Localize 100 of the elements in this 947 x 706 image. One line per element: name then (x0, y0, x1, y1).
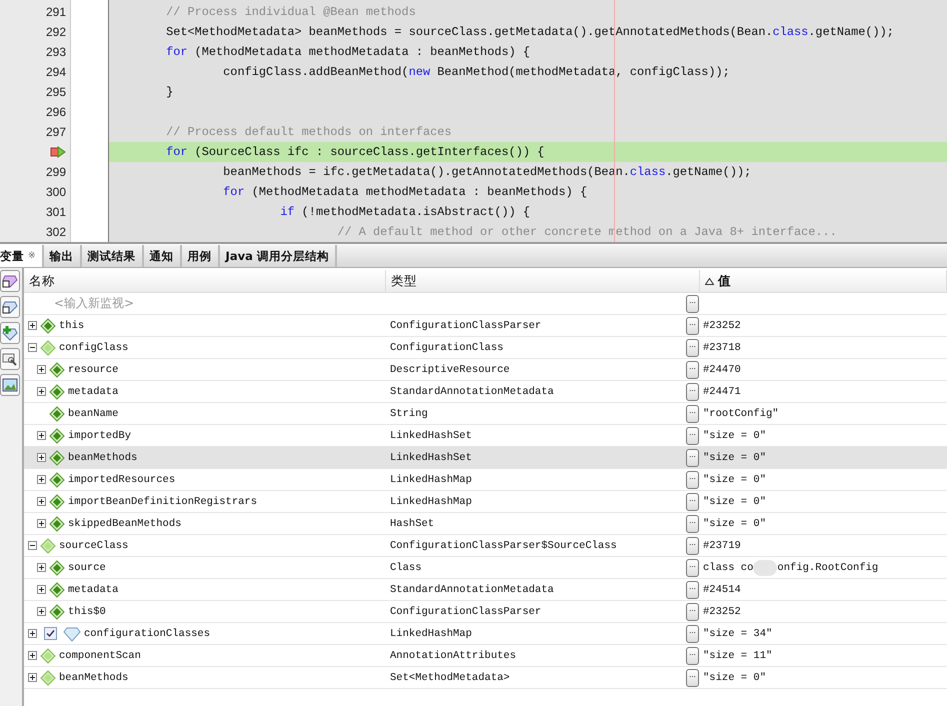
variable-name: skippedBeanMethods (68, 518, 182, 530)
variable-type: LinkedHashSet (390, 430, 472, 442)
variable-name: configClass (59, 342, 128, 354)
tree-row[interactable]: importBeanDefinitionRegistrars LinkedHashMap ... "size = 0" (24, 491, 947, 513)
variable-value: class co (703, 562, 754, 574)
panel-tab[interactable]: Java 调用分层结构 (220, 245, 337, 267)
tree-row[interactable]: sourceClass ConfigurationClassParser$SourceClass ... #23719 (24, 535, 947, 557)
collapse-icon[interactable] (28, 541, 37, 550)
variable-type: Set<MethodMetadata> (390, 672, 510, 684)
collapse-icon[interactable] (28, 343, 37, 352)
ellipsis-button[interactable]: ... (686, 470, 699, 488)
code-line: } (165, 84, 174, 101)
variable-type: ConfigurationClass (390, 342, 504, 354)
panel-tab[interactable]: 用例 (182, 245, 220, 267)
expand-icon[interactable] (28, 629, 37, 638)
line-number: 294 (46, 64, 66, 81)
variable-value: "rootConfig" (703, 408, 779, 420)
ellipsis-button[interactable]: ... (686, 492, 699, 510)
expand-icon[interactable] (37, 607, 46, 616)
tree-row[interactable]: beanMethods LinkedHashSet ... "size = 0" (24, 447, 947, 469)
code-line: for (MethodMetadata methodMetadata : beanMethods) { (222, 184, 588, 201)
watch-checkbox[interactable] (44, 627, 57, 640)
variable-name: beanMethods (59, 672, 128, 684)
variable-value: #24471 (703, 386, 741, 398)
expand-icon[interactable] (37, 365, 46, 374)
tree-row[interactable]: configurationClasses LinkedHashMap ... "size = 34" (24, 623, 947, 645)
expand-icon[interactable] (37, 453, 46, 462)
ellipsis-button[interactable]: ... (686, 426, 699, 444)
panel-tab[interactable]: 变量 ※ (0, 245, 44, 267)
ellipsis-button[interactable]: ... (686, 536, 699, 554)
ellipsis-button[interactable]: ... (686, 580, 699, 598)
expand-icon[interactable] (28, 321, 37, 330)
ellipsis-button[interactable]: ... (686, 558, 699, 576)
expand-icon[interactable] (37, 387, 46, 396)
ellipsis-button[interactable]: ... (686, 404, 699, 422)
column-header[interactable]: 值 (700, 270, 947, 292)
ellipsis-button[interactable]: ... (686, 646, 699, 664)
code-line: configClass.addBeanMethod(new BeanMethod(methodMetadata, configClass)); (222, 64, 731, 81)
panel-tab[interactable]: 测试结果 (82, 245, 144, 267)
gem-plus-icon[interactable] (0, 322, 20, 344)
tree-row[interactable]: resource DescriptiveResource ... #24470 (24, 359, 947, 381)
variable-name: componentScan (59, 650, 141, 662)
tree-row[interactable]: configClass ConfigurationClass ... #23718 (24, 337, 947, 359)
ellipsis-button[interactable]: ... (686, 294, 699, 312)
variable-name: sourceClass (59, 540, 128, 552)
panel-tab[interactable]: 通知 (144, 245, 182, 267)
picture-icon[interactable] (0, 374, 20, 396)
code-line: Set<MethodMetadata> beanMethods = sourceClass.getMetadata().getAnnotatedMethods(Bean.class.getName()); (165, 24, 895, 41)
ellipsis-button[interactable]: ... (686, 360, 699, 378)
line-number: 293 (46, 44, 66, 61)
field-diamond-icon (49, 406, 65, 422)
expand-icon[interactable] (37, 563, 46, 572)
ellipsis-button[interactable]: ... (686, 382, 699, 400)
expand-icon[interactable] (37, 497, 46, 506)
ellipsis-button[interactable]: ... (686, 448, 699, 466)
expand-icon[interactable] (37, 475, 46, 484)
variable-type: LinkedHashMap (390, 474, 472, 486)
tree-row[interactable]: metadata StandardAnnotationMetadata ... #24514 (24, 579, 947, 601)
field-diamond-icon (49, 494, 65, 510)
tree-row[interactable]: skippedBeanMethods HashSet ... "size = 0" (24, 513, 947, 535)
tree-row[interactable]: this$0 ConfigurationClassParser ... #23252 (24, 601, 947, 623)
tree-row[interactable]: beanMethods Set<MethodMetadata> ... "size = 0" (24, 667, 947, 689)
variable-diamond-icon (40, 340, 56, 356)
ellipsis-button[interactable]: ... (686, 316, 699, 334)
field-diamond-icon (40, 318, 56, 334)
panel-tab[interactable]: 输出 (44, 245, 82, 267)
tree-row[interactable]: this ConfigurationClassParser ... #23252 (24, 315, 947, 337)
close-icon[interactable]: ※ (28, 251, 36, 261)
variable-type: DescriptiveResource (390, 364, 510, 376)
code-line: for (MethodMetadata methodMetadata : beanMethods) { (165, 44, 532, 61)
variable-type: StandardAnnotationMetadata (390, 386, 554, 398)
code-line: // Process individual @Bean methods (165, 4, 417, 21)
variable-value: #24514 (703, 584, 741, 596)
ellipsis-button[interactable]: ... (686, 624, 699, 642)
expand-icon[interactable] (37, 431, 46, 440)
column-header[interactable]: 类型 (386, 270, 700, 292)
column-header[interactable]: 名称 (24, 270, 386, 292)
variable-name: metadata (68, 584, 118, 596)
header-label: 类型 (391, 272, 417, 290)
ellipsis-button[interactable]: ... (686, 338, 699, 356)
line-number: 301 (46, 204, 66, 221)
tree-row[interactable]: source Class ... class co onfig.RootConfig (24, 557, 947, 579)
expand-icon[interactable] (37, 519, 46, 528)
ellipsis-button[interactable]: ... (686, 514, 699, 532)
field-diamond-icon (49, 450, 65, 466)
variable-value: "size = 0" (703, 672, 766, 684)
gem-icon (63, 626, 81, 642)
variable-type: LinkedHashMap (390, 496, 472, 508)
tree-row[interactable]: componentScan AnnotationAttributes ... "size = 11" (24, 645, 947, 667)
tree-row[interactable]: beanName String ... "rootConfig" (24, 403, 947, 425)
tree-row[interactable]: importedResources LinkedHashMap ... "size = 0" (24, 469, 947, 491)
ellipsis-button[interactable]: ... (686, 668, 699, 686)
expand-icon[interactable] (28, 651, 37, 660)
expand-icon[interactable] (28, 673, 37, 682)
tree-row[interactable]: metadata StandardAnnotationMetadata ... #24471 (24, 381, 947, 403)
wrench-icon[interactable] (0, 348, 20, 370)
expand-icon[interactable] (37, 585, 46, 594)
ellipsis-button[interactable]: ... (686, 602, 699, 620)
variable-value: onfig.RootConfig (777, 562, 878, 574)
field-diamond-icon (49, 604, 65, 620)
